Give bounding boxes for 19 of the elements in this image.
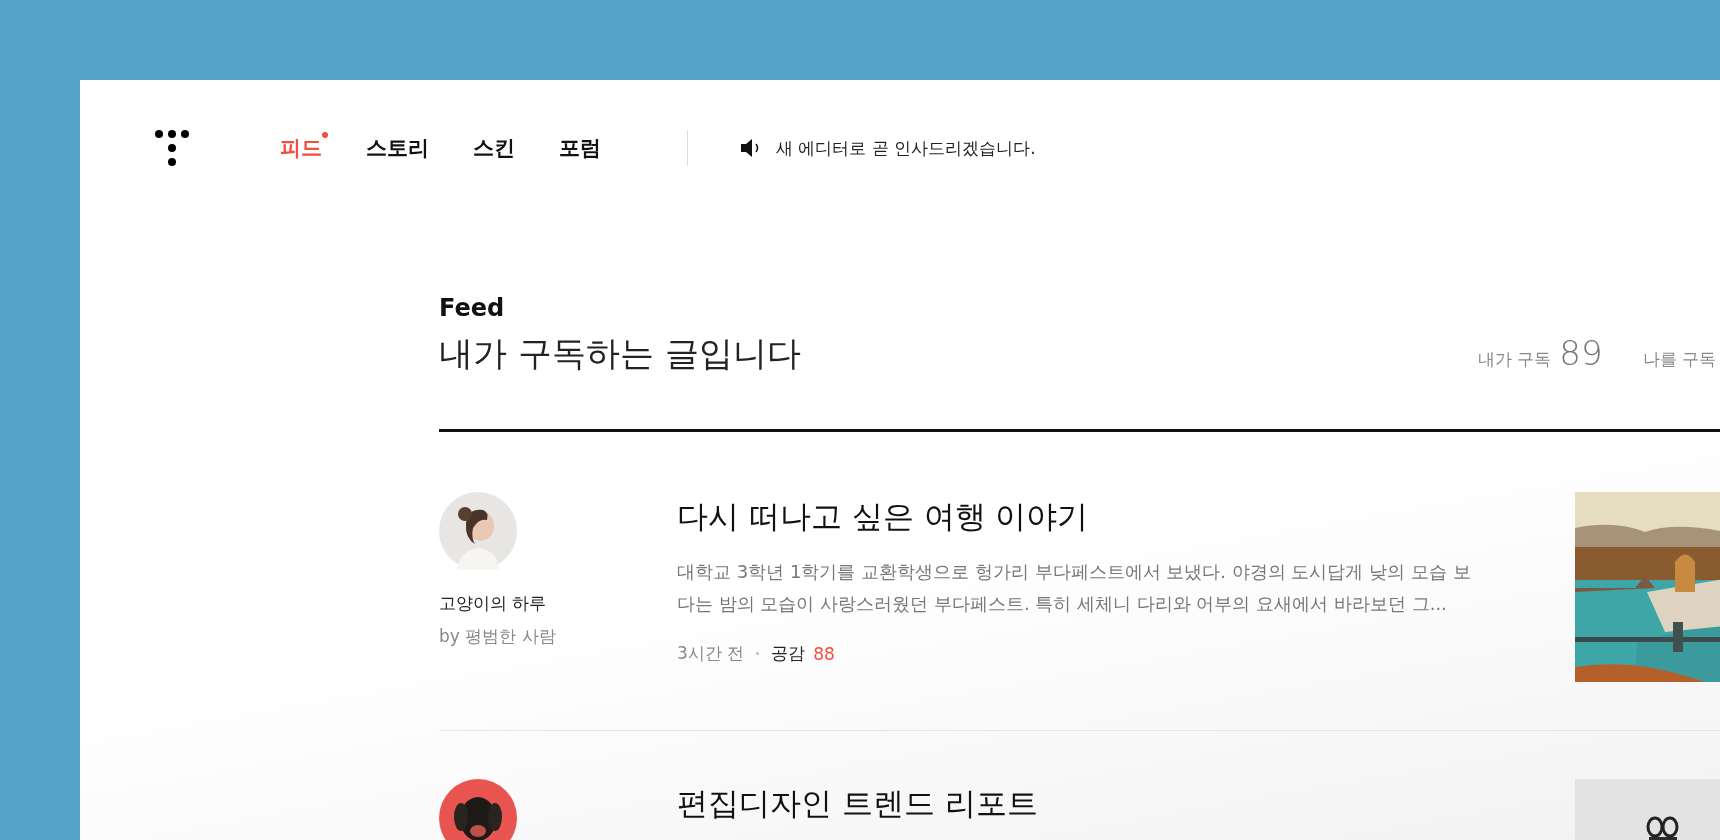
- post-title[interactable]: 다시 떠나고 싶은 여행 이야기: [677, 496, 1575, 538]
- post-title[interactable]: 편집디자인 트렌드 리포트: [677, 783, 1575, 825]
- feed-heading: Feed: [439, 294, 506, 322]
- nav-tab[interactable]: 스토리: [348, 130, 447, 166]
- subscription-label[interactable]: 내가 구독: [1477, 348, 1552, 371]
- blog-name[interactable]: 고양이의 하루: [439, 592, 677, 615]
- feed-subtitle: 내가 구독하는 글입니다: [439, 332, 801, 375]
- nav-tab[interactable]: 스킨: [455, 130, 533, 166]
- subscription-label[interactable]: 나를 구독: [1642, 348, 1716, 371]
- notice-text[interactable]: 새 에디터로 곧 인사드리겠습니다.: [776, 136, 1036, 160]
- post-time: 3시간 전: [677, 642, 745, 665]
- author-name: by 평범한 사람: [439, 625, 557, 648]
- nav-tab[interactable]: 피드: [262, 130, 340, 166]
- nav-tab[interactable]: 포럼: [541, 130, 619, 166]
- like-label[interactable]: 공감: [771, 642, 806, 665]
- post-excerpt: 대학교 3학년 1학기를 교환학생으로 헝가리 부다페스트에서 보냈다. 야경의 도시답게 낮의 모습 보다는 밤의 모습이 사랑스러웠던 부다페스트. 특히 세체니 다리와 어부의 요새에서 바라보던 그...: [677, 560, 1472, 616]
- logo-icon[interactable]: [154, 129, 190, 167]
- like-count: 88: [813, 643, 835, 664]
- subscription-count[interactable]: 89: [1559, 333, 1603, 373]
